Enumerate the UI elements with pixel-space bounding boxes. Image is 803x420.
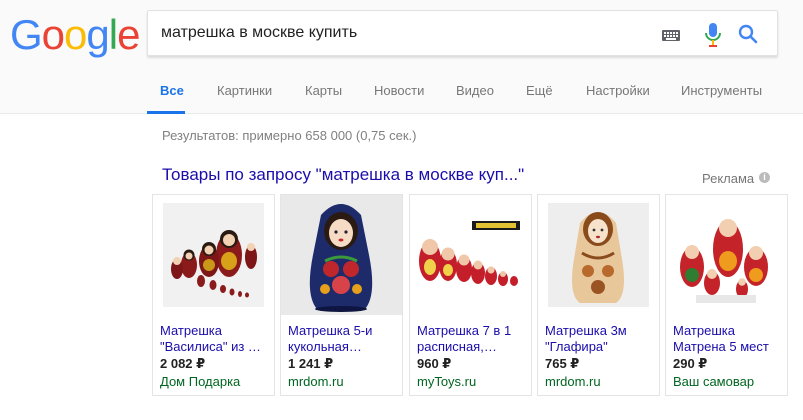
product-image-matryoshka-set[interactable] (153, 195, 274, 315)
product-card[interactable]: Матрешка 7 в 1 расписная,… 960 ₽ myToys.… (409, 194, 532, 396)
product-title[interactable]: Матрешка "Василиса" из … (160, 323, 270, 355)
info-icon[interactable]: i (759, 172, 770, 183)
product-title[interactable]: Матрешка 7 в 1 расписная,… (417, 323, 527, 355)
product-title[interactable]: Матрешка Матрена 5 мест (673, 323, 783, 355)
search-box[interactable]: матрешка в москве купить (147, 10, 778, 56)
ad-label: Реклама (702, 171, 755, 186)
product-title[interactable]: Матрешка 5-и кукольная… (288, 323, 398, 355)
product-store: mrdom.ru (288, 374, 344, 389)
header: Google матрешка в москве купить Все Карт… (0, 0, 803, 114)
shopping-title-link[interactable]: Товары по запросу "матрешка в москве куп… (162, 165, 524, 185)
product-card[interactable]: Матрешка Матрена 5 мест 290 ₽ Ваш самова… (665, 194, 788, 396)
product-card[interactable]: Матрешка 5-и кукольная… 1 241 ₽ mrdom.ru (280, 194, 403, 396)
product-store: Ваш самовар (673, 374, 755, 389)
logo-letter: o (41, 11, 65, 58)
product-price: 1 241 ₽ (288, 356, 334, 371)
tab-more[interactable]: Ещё (526, 80, 553, 114)
product-card[interactable]: Матрешка 3м "Глафира" 765 ₽ mrdom.ru (537, 194, 660, 396)
product-image-matryoshka-matrena[interactable] (666, 195, 787, 315)
product-price: 960 ₽ (417, 356, 452, 371)
logo-letter: g (86, 11, 109, 58)
product-title[interactable]: Матрешка 3м "Глафира" (545, 323, 655, 355)
product-image-matryoshka-seven[interactable] (410, 195, 531, 315)
product-store: mrdom.ru (545, 374, 601, 389)
search-icon[interactable] (737, 23, 759, 45)
keyboard-icon[interactable] (662, 30, 680, 41)
product-store: myToys.ru (417, 374, 477, 389)
tab-video[interactable]: Видео (456, 80, 494, 114)
tab-all[interactable]: Все (147, 80, 185, 114)
product-price: 2 082 ₽ (160, 356, 206, 371)
product-price: 765 ₽ (545, 356, 580, 371)
tab-maps[interactable]: Карты (305, 80, 342, 114)
tab-settings[interactable]: Настройки (586, 80, 650, 114)
results-count: Результатов: примерно 658 000 (0,75 сек.… (162, 128, 417, 143)
microphone-icon[interactable] (703, 22, 723, 48)
tab-news[interactable]: Новости (374, 80, 424, 114)
product-image-matryoshka-glafira[interactable] (538, 195, 659, 315)
product-card[interactable]: Матрешка "Василиса" из … 2 082 ₽ Дом Под… (152, 194, 275, 396)
product-store: Дом Подарка (160, 374, 241, 389)
google-logo[interactable]: Google (10, 11, 140, 58)
product-price: 290 ₽ (673, 356, 708, 371)
logo-letter: e (117, 11, 140, 58)
search-input[interactable]: матрешка в москве купить (161, 24, 357, 42)
tab-images[interactable]: Картинки (217, 80, 272, 114)
logo-letter: G (10, 11, 43, 58)
logo-letter: l (108, 11, 118, 58)
logo-letter: o (64, 11, 87, 58)
product-image-matryoshka-blue[interactable] (281, 195, 402, 315)
tab-tools[interactable]: Инструменты (681, 80, 762, 114)
